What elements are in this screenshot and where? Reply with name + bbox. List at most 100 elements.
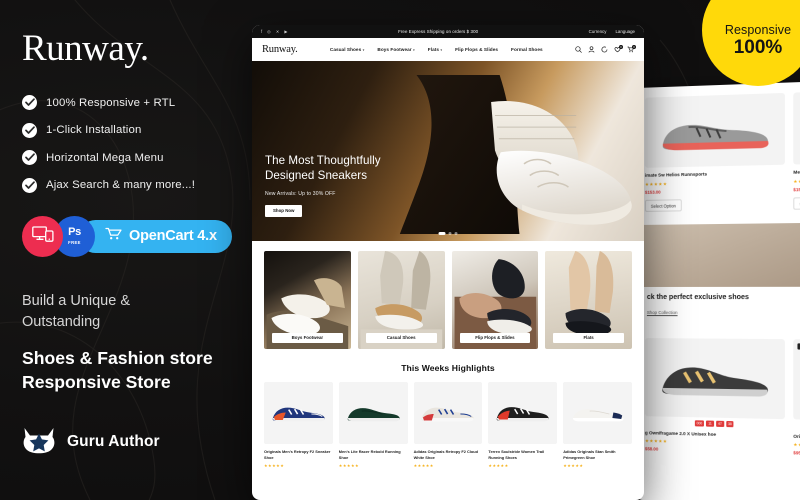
- cart-count-badge: 0: [632, 45, 636, 49]
- product-price: $153.00: [793, 186, 800, 192]
- product-card[interactable]: Adidas Originals Retropy F2 Cloud White …: [413, 382, 483, 469]
- language-selector[interactable]: Language: [615, 29, 635, 34]
- hero-copy: The Most Thoughtfully Designed Sneakers …: [265, 154, 455, 217]
- header-icon-group: 0 0: [575, 45, 636, 53]
- product-image: [338, 382, 408, 444]
- hero-banner: The Most Thoughtfully Designed Sneakers …: [252, 61, 644, 241]
- promo-panel: Runway. 100% Responsive + RTL 1-Click In…: [0, 0, 262, 500]
- chevron-down-icon: ▾: [440, 48, 443, 52]
- feature-label: 1-Click Installation: [46, 124, 142, 136]
- category-label: Casual Shoes: [365, 332, 437, 343]
- slider-dot[interactable]: [454, 232, 458, 235]
- select-option-button[interactable]: Select Option: [793, 196, 800, 210]
- promo-headline: Shoes & Fashion store Responsive Store: [22, 348, 213, 392]
- product-image: Sale ›: [793, 338, 800, 423]
- facebook-icon[interactable]: f: [261, 29, 262, 34]
- product-name: Men's Lite Racer Rebold Running Shoe: [338, 449, 401, 460]
- announcement-bar: f ◎ ✕ ▶ Free Express Shipping on orders …: [252, 25, 644, 38]
- countdown-timer: 000 11 47 38: [645, 419, 785, 428]
- product-card[interactable]: Men's Lite Racer Rebold Running Shoe ★★★…: [338, 382, 408, 469]
- wishlist-heart-icon[interactable]: 0: [614, 45, 623, 53]
- category-card-boys-footwear[interactable]: Boys Footwear: [264, 251, 351, 349]
- main-navigation: Casual Shoes ▾ Boys Footwear ▾ Flats ▾ Flip…: [330, 47, 543, 52]
- feature-label: Horizontal Mega Menu: [46, 151, 164, 164]
- product-price: $58.00: [644, 446, 659, 452]
- timer-seconds: 38: [725, 420, 734, 427]
- site-logo[interactable]: Runway.: [262, 44, 298, 55]
- nav-item-flip-flops-slides[interactable]: Flip Flops & Slides: [455, 47, 498, 52]
- nav-label: Formal Shoes: [511, 47, 543, 52]
- responsive-devices-badge: [22, 215, 63, 257]
- nav-item-casual-shoes[interactable]: Casual Shoes ▾: [330, 47, 365, 52]
- sneaker-illustration-white-blue: [422, 408, 475, 422]
- product-rating: ★★★★★: [644, 181, 668, 187]
- youtube-icon[interactable]: ▶: [284, 29, 287, 34]
- product-card[interactable]: Originals Men's Retropy F2 Sneaker Shoe …: [264, 382, 333, 468]
- wishlist-count-badge: 0: [619, 45, 623, 49]
- product-image: [644, 92, 785, 168]
- select-option-button[interactable]: Select Option: [644, 199, 682, 213]
- nav-label: Flip Flops & Slides: [455, 47, 499, 52]
- product-rating: ★★★★★: [793, 178, 800, 184]
- shop-now-button[interactable]: Shop Now: [265, 204, 303, 217]
- collection-cta: ck the perfect exclusive shoes Shop Coll…: [637, 286, 800, 323]
- product-rating: ★★★★★: [488, 463, 509, 469]
- category-card-flats[interactable]: Flats: [545, 251, 632, 349]
- category-card-flip-flops-slides[interactable]: Flip Flops & Slides: [451, 251, 539, 349]
- twitter-icon[interactable]: ✕: [276, 29, 280, 34]
- collection-cta-title: ck the perfect exclusive shoes: [646, 293, 749, 301]
- nav-label: Flats: [427, 47, 439, 52]
- timer-minutes: 47: [715, 420, 724, 427]
- feature-item: 100% Responsive + RTL: [22, 95, 262, 110]
- side-product-grid-bottom: 000 11 47 38 g Ownifragame 2.0 X Unisex …: [637, 322, 800, 465]
- product-image: [563, 382, 632, 444]
- product-rating: ★★★★★: [413, 463, 434, 469]
- product-card[interactable]: Terrex Soulstride Women Trail Running Sh…: [488, 382, 558, 469]
- timer-days: 000: [694, 419, 705, 427]
- feature-item: 1-Click Installation: [22, 122, 262, 138]
- nav-item-flats[interactable]: Flats ▾: [428, 47, 442, 52]
- product-name: Adidas Originals Stan Smith Primegreen S…: [563, 449, 616, 460]
- product-price: $95.00: [793, 450, 800, 457]
- side-product-grid-top: imate Sw Helios Runnsports ★★★★★ $153.00…: [637, 81, 800, 217]
- category-card-casual-shoes[interactable]: Casual Shoes: [357, 251, 445, 349]
- nav-item-formal-shoes[interactable]: Formal Shoes: [511, 47, 543, 52]
- instagram-icon[interactable]: ◎: [267, 29, 271, 34]
- product-rating: ★★★★★: [338, 463, 360, 469]
- feature-label: Ajax Search & many more...!: [46, 179, 196, 191]
- user-account-icon[interactable]: [588, 46, 595, 53]
- check-icon: [22, 95, 37, 110]
- product-name: Originals Men's Retropy F2 Sneaker Shoe: [264, 449, 331, 460]
- product-card[interactable]: imate Sw Helios Runnsports ★★★★★ $153.00…: [644, 92, 785, 213]
- countdown-timer: 000 11 47 38: [793, 422, 800, 432]
- slider-dot[interactable]: [448, 232, 452, 235]
- product-image: [264, 382, 333, 444]
- nav-label: Casual Shoes: [329, 47, 362, 52]
- shopping-cart-icon: [105, 227, 122, 245]
- sneaker-illustration-grey: [662, 102, 769, 152]
- search-icon[interactable]: [575, 46, 582, 53]
- slider-dot-active[interactable]: [438, 232, 446, 235]
- nav-item-boys-footwear[interactable]: Boys Footwear ▾: [377, 47, 414, 52]
- cart-icon[interactable]: 0: [627, 45, 636, 53]
- product-image: [488, 382, 558, 444]
- lifestyle-banner-image: [637, 220, 800, 287]
- author-credit: Guru Author: [22, 425, 262, 459]
- shop-collection-link[interactable]: Shop Collection: [647, 310, 678, 315]
- social-icon-group: f ◎ ✕ ▶: [261, 29, 288, 34]
- highlights-section-title: This Weeks Highlights: [401, 363, 495, 373]
- product-card[interactable]: Adidas Originals Stan Smith Primegreen S…: [563, 382, 632, 468]
- category-label: Flip Flops & Slides: [459, 332, 531, 343]
- product-card[interactable]: Men's AdiStar Hf Running Sneaker Shoe ★★…: [793, 87, 800, 211]
- compare-icon[interactable]: [601, 46, 608, 53]
- product-card[interactable]: 000 11 47 38 g Ownifragame 2.0 X Unisex …: [644, 337, 785, 456]
- feature-item: Ajax Search & many more...!: [22, 177, 262, 193]
- check-icon: [22, 150, 37, 165]
- product-image: [793, 87, 800, 165]
- hero-slider-dots[interactable]: [438, 232, 458, 235]
- category-label: Boys Footwear: [272, 332, 343, 343]
- chevron-down-icon: ▾: [413, 48, 415, 52]
- product-image: [413, 382, 483, 444]
- product-card[interactable]: Sale › 000 11 47 38 Originals Retropy Un…: [793, 338, 800, 460]
- currency-selector[interactable]: Currency: [589, 29, 607, 34]
